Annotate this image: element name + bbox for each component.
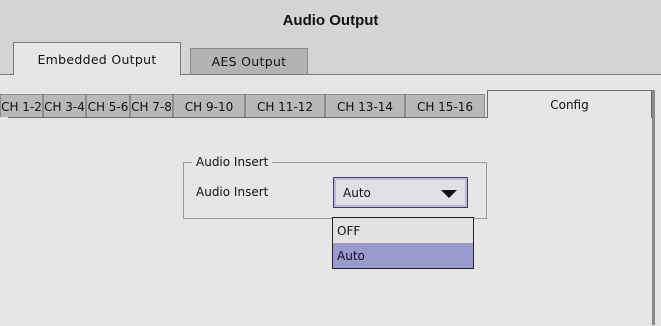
window-title: Audio Output — [282, 11, 379, 29]
option-auto[interactable]: Auto — [333, 243, 473, 268]
chevron-down-icon[interactable] — [441, 190, 457, 198]
audio-insert-label: Audio Insert — [196, 185, 269, 199]
tab-ch-11-12[interactable]: CH 11-12 — [245, 94, 325, 118]
channel-tab-bar: CH 1-2 CH 3-4 CH 5-6 CH 7-8 CH 9-10 CH 1… — [0, 90, 661, 118]
tab-aes-output[interactable]: AES Output — [190, 48, 308, 74]
tab-config[interactable]: Config — [487, 90, 652, 118]
content-edge — [0, 117, 8, 325]
tab-ch-5-6[interactable]: CH 5-6 — [86, 94, 130, 118]
tab-embedded-output[interactable]: Embedded Output — [13, 42, 181, 75]
audio-insert-selected-value: Auto — [343, 185, 371, 200]
tab-ch-13-14[interactable]: CH 13-14 — [325, 94, 405, 118]
option-off[interactable]: OFF — [333, 218, 473, 243]
tab-ch-1-2[interactable]: CH 1-2 — [0, 94, 43, 118]
tab-ch-3-4[interactable]: CH 3-4 — [43, 94, 86, 118]
tab-ch-9-10[interactable]: CH 9-10 — [173, 94, 245, 118]
audio-insert-group-legend: Audio Insert — [192, 155, 273, 169]
audio-insert-select[interactable]: Auto — [333, 177, 468, 208]
audio-insert-dropdown-list: OFF Auto — [332, 217, 474, 269]
tab-ch-15-16[interactable]: CH 15-16 — [405, 94, 485, 118]
config-content — [8, 117, 651, 326]
tab-ch-7-8[interactable]: CH 7-8 — [130, 94, 173, 118]
content-border — [652, 90, 655, 325]
